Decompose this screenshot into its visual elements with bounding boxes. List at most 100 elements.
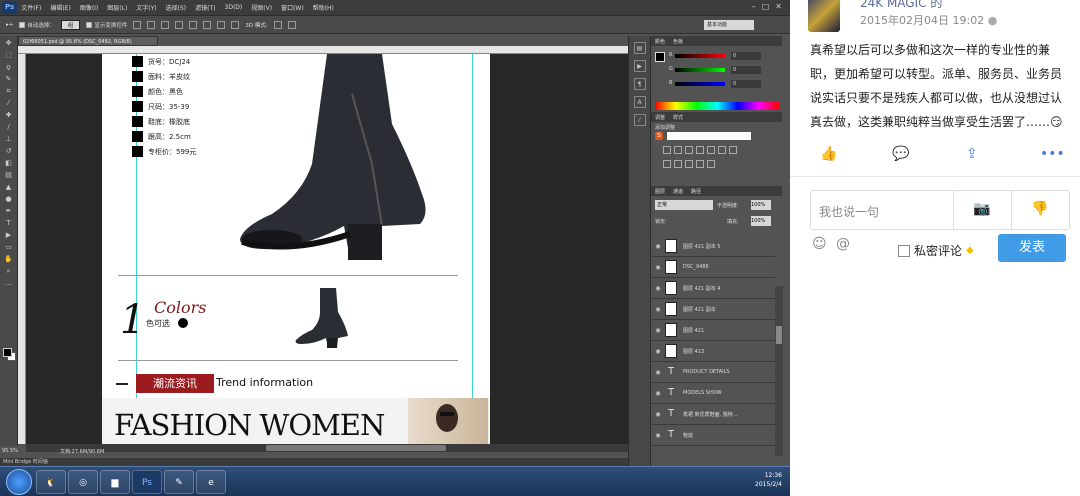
pen-tool-icon[interactable]: ✒ [4,207,14,216]
show-transform-checkbox[interactable] [86,22,93,28]
tab-paths[interactable]: 路径 [691,188,701,195]
layer-row[interactable]: ◉ T PRODUCT DETAILS [651,362,775,383]
menu-window[interactable]: 窗口(W) [281,3,304,12]
menu-type[interactable]: 文字(Y) [136,3,156,12]
fg-color-chip[interactable] [655,52,665,62]
eye-icon[interactable]: ◉ [651,369,665,376]
brush-tool-icon[interactable]: ∕ [4,123,14,132]
brush-panel-icon[interactable]: ⁄ [633,114,646,126]
document-tab[interactable]: 02f66051.psd @ 95.6% (DSC_0492, RGB/8) [18,36,158,46]
green-slider[interactable] [675,68,725,72]
actions-icon[interactable]: ▶ [633,60,646,72]
fill-input[interactable]: 100% [751,216,771,226]
eraser-icon[interactable]: ◧ [4,159,14,168]
type-tool-icon[interactable]: T [4,219,14,228]
gradient-map-icon[interactable] [696,160,704,168]
at-mention-icon[interactable]: @ [836,236,850,252]
avatar[interactable] [808,0,840,32]
layer-row[interactable]: ◉ T MODELS SHOW [651,383,775,404]
move-tool-icon[interactable]: ✥ [4,39,14,48]
info-icon[interactable]: ● [988,14,998,27]
layer-row[interactable]: ◉ 图层 421 副本 5 [651,236,775,257]
curves-icon[interactable] [685,146,693,154]
red-slider[interactable] [675,54,725,58]
posterize-icon[interactable] [674,160,682,168]
workspace-dropdown[interactable]: 基本功能 [704,20,754,30]
menu-edit[interactable]: 编辑(E) [50,3,70,12]
character-icon[interactable]: A [633,96,646,108]
layer-row[interactable]: ◉ T 蒸裙 新优质鞋面, 独特... [651,404,775,425]
comment-icon[interactable]: 💬 [892,146,909,162]
thumbs-down-icon[interactable]: 👎 [1031,201,1048,217]
align-center-icon[interactable] [189,20,198,29]
lasso-tool-icon[interactable]: ϙ [4,63,14,72]
blend-mode-dropdown[interactable]: 正常 [655,200,713,210]
foreground-color-swatch[interactable] [3,348,12,357]
move-tool-icon[interactable]: ▸+ [6,22,13,28]
blue-slider[interactable] [675,82,725,86]
invert-icon[interactable] [663,160,671,168]
exposure-icon[interactable] [696,146,704,154]
layer-row[interactable]: ◉ T 鞋底 [651,425,775,446]
menu-layer[interactable]: 图层(L) [107,3,127,12]
scroll-thumb[interactable] [266,445,446,451]
share-icon[interactable]: ⇪ [966,146,978,162]
tab-styles[interactable]: 样式 [673,114,683,121]
dodge-tool-icon[interactable]: ● [4,195,14,204]
brightness-icon[interactable] [663,146,671,154]
history-brush-icon[interactable]: ↺ [4,147,14,156]
auto-select-dropdown[interactable]: 组 [60,19,81,30]
more-icon[interactable]: ••• [1040,146,1065,162]
zoom-tool-icon[interactable]: ⌕ [4,267,14,276]
healing-brush-icon[interactable]: ✚ [4,111,14,120]
eye-icon[interactable]: ◉ [651,348,665,355]
ie-app-icon[interactable]: e [196,470,226,494]
distribute-icon[interactable] [231,20,240,29]
eye-icon[interactable]: ◉ [651,390,665,397]
hue-icon[interactable] [718,146,726,154]
align-bottom-icon[interactable] [161,20,170,29]
like-icon[interactable]: 👍 [820,146,837,162]
tab-layers[interactable]: 图层 [655,188,665,195]
chrome-app-icon[interactable]: ◎ [68,470,98,494]
history-icon[interactable]: ▤ [633,42,646,54]
menu-file[interactable]: 文件(F) [21,3,41,12]
start-button[interactable] [6,469,32,495]
paint-app-icon[interactable]: ✎ [164,470,194,494]
folder-app-icon[interactable]: ▆ [100,470,130,494]
layer-row[interactable]: ◉ 图层 421 副本 [651,299,775,320]
comment-box[interactable]: 我也说一句 📷 👎 [810,190,1070,230]
levels-icon[interactable] [674,146,682,154]
stamp-tool-icon[interactable]: ⊥ [4,135,14,144]
eye-icon[interactable]: ◉ [651,411,665,418]
private-checkbox[interactable] [898,244,910,257]
menu-select[interactable]: 选择(S) [166,3,187,12]
hand-tool-icon[interactable]: ✋ [4,255,14,264]
blur-tool-icon[interactable]: ▲ [4,183,14,192]
menu-view[interactable]: 视图(V) [251,3,272,12]
green-value[interactable]: 0 [731,66,761,74]
eye-icon[interactable]: ◉ [651,264,665,271]
mini-bridge-tab[interactable]: Mini Bridge 时间轴 [0,458,628,466]
more-tools-icon[interactable]: … [4,279,14,288]
distribute-icon[interactable] [217,20,226,29]
shape-tool-icon[interactable]: ▭ [4,243,14,252]
align-middle-icon[interactable] [147,20,156,29]
color-spectrum[interactable] [655,102,779,110]
qq-app-icon[interactable]: 🐧 [36,470,66,494]
eyedropper-icon[interactable]: ⁄ [4,99,14,108]
layer-row[interactable]: ◉ 图层 413 [651,341,775,362]
canvas-workspace[interactable]: 货号：DCJ24 面料：羊皮纹 颜色：黑色 尺码：35-39 鞋底：橡胶底 跟高… [26,54,628,444]
menu-filter[interactable]: 滤镜(T) [195,3,215,12]
eye-icon[interactable]: ◉ [651,432,665,439]
eye-icon[interactable]: ◉ [651,243,665,250]
comment-placeholder[interactable]: 我也说一句 [819,203,879,220]
username-link[interactable]: 24K MAGIC [860,0,927,10]
3d-rotate-icon[interactable] [273,20,282,29]
3d-pan-icon[interactable] [287,20,296,29]
red-value[interactable]: 0 [731,52,761,60]
threshold-icon[interactable] [685,160,693,168]
gradient-tool-icon[interactable]: ▤ [4,171,14,180]
photoshop-app-icon[interactable]: Ps [132,470,162,494]
menu-3d[interactable]: 3D(D) [225,4,243,11]
